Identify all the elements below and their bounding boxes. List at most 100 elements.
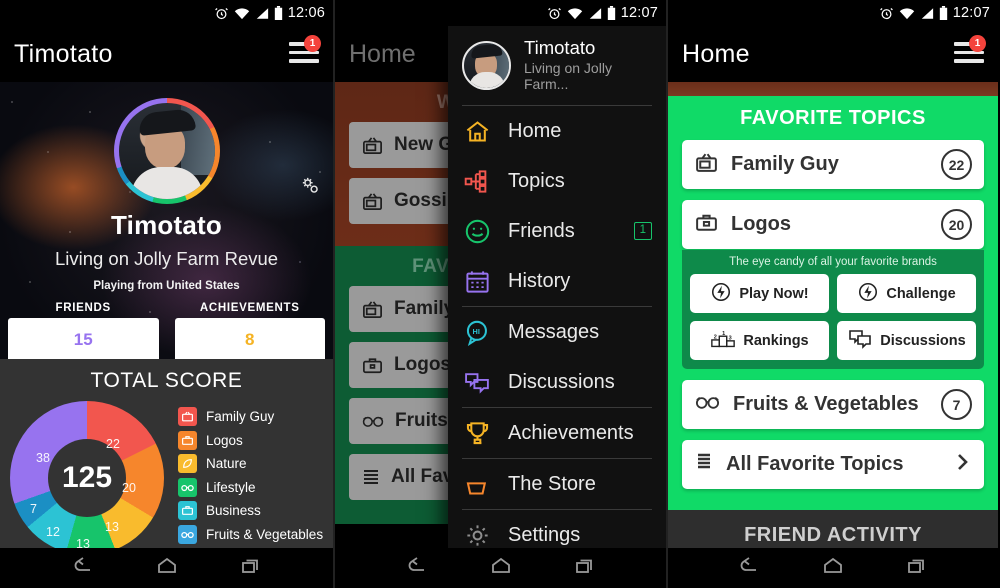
slice-label-4: 12 — [46, 525, 60, 539]
stat-friends[interactable]: FRIENDS 15 — [8, 302, 159, 359]
drawer-item-label: History — [508, 269, 571, 292]
all-favorite-topics-card[interactable]: All Favorite Topics — [682, 440, 984, 489]
tv-icon — [178, 407, 197, 427]
page-title: Home — [682, 39, 750, 68]
page-title: Timotato — [14, 39, 113, 68]
briefcase-icon — [178, 501, 197, 521]
avatar-photo — [118, 103, 215, 199]
discussions-button[interactable]: Discussions — [837, 321, 976, 360]
rankings-button[interactable]: 1 2 3 Rankings — [690, 321, 829, 360]
wifi-icon — [899, 7, 915, 20]
action-bar: Timotato 1 — [0, 26, 333, 82]
stat-friends-label: FRIENDS — [55, 302, 111, 314]
home-icon[interactable] — [488, 556, 514, 581]
drawer-item-topics[interactable]: Topics — [448, 156, 666, 206]
bolt-circle-icon — [857, 281, 879, 307]
profile-status: Living on Jolly Farm Revue — [54, 248, 279, 269]
slice-label-6: 38 — [36, 451, 50, 465]
status-bar: 12:07 — [668, 0, 998, 26]
recents-icon[interactable] — [904, 556, 930, 581]
glasses-icon — [178, 524, 197, 544]
legend-label: Logos — [206, 432, 243, 448]
drawer-item-discussions[interactable]: Discussions — [448, 357, 666, 407]
legend-item: Fruits & Vegetables — [178, 523, 333, 547]
gear-icon — [462, 522, 492, 548]
slice-label-2: 13 — [105, 520, 119, 534]
stat-friends-value: 15 — [8, 318, 159, 359]
alarm-icon — [547, 6, 562, 21]
total-score-section: TOTAL SCORE 125 22 20 13 13 12 7 38 Fami… — [0, 359, 333, 570]
screenshot-root: 12:06 Timotato 1 Timotato Living on Joll… — [0, 0, 1000, 588]
home-icon[interactable] — [154, 556, 180, 581]
challenge-button[interactable]: Challenge — [837, 274, 976, 313]
drawer-item-messages[interactable]: HI Messages — [448, 307, 666, 357]
clock-time: 12:07 — [620, 5, 658, 21]
drawer-item-home[interactable]: Home — [448, 106, 666, 156]
drawer-item-friends[interactable]: Friends 1 — [448, 206, 666, 256]
play-now-button[interactable]: Play Now! — [690, 274, 829, 313]
glasses-icon — [694, 392, 721, 417]
briefcase-icon — [694, 210, 719, 240]
list-icon — [694, 451, 714, 478]
whats-new-strip — [668, 82, 998, 96]
topic-expanded-panel: The eye candy of all your favorite brand… — [682, 250, 984, 369]
drawer-item-history[interactable]: History — [448, 256, 666, 306]
svg-text:2: 2 — [714, 334, 717, 340]
topic-card-logos[interactable]: Logos 20 — [682, 200, 984, 249]
drawer-item-settings[interactable]: Settings — [448, 510, 666, 548]
legend-item: Family Guy — [178, 405, 333, 429]
stat-achievements[interactable]: ACHIEVEMENTS 8 — [174, 302, 325, 359]
drawer-user-status: Living on Jolly Farm... — [524, 60, 612, 93]
favorite-topics-section: FAVORITE TOPICS Family Guy 22 Logos 20 T… — [668, 96, 998, 510]
back-icon[interactable] — [70, 556, 96, 581]
smiley-icon — [462, 218, 492, 245]
legend-label: Fruits & Vegetables — [206, 526, 324, 542]
settings-gear-icon[interactable] — [299, 174, 321, 201]
signal-icon — [255, 7, 269, 20]
play-now-label: Play Now! — [739, 285, 809, 302]
discussions-icon — [462, 369, 492, 396]
legend-label: Family Guy — [206, 409, 275, 425]
phone-screen-home: 12:07 Home 1 FAVORITE TOPICS Family Guy … — [668, 0, 998, 588]
svg-text:1: 1 — [722, 330, 725, 336]
wifi-icon — [234, 7, 250, 20]
navigation-drawer: Timotato Living on Jolly Farm... Home Top… — [448, 26, 666, 548]
svg-text:HI: HI — [472, 327, 479, 336]
drawer-item-achievements[interactable]: Achievements — [448, 408, 666, 458]
podium-icon: 1 2 3 — [710, 328, 736, 354]
tv-icon — [694, 150, 719, 180]
trophy-icon — [462, 420, 492, 447]
back-icon[interactable] — [736, 556, 762, 581]
menu-button[interactable]: 1 — [954, 35, 986, 66]
profile-avatar[interactable] — [113, 98, 220, 204]
menu-badge: 1 — [969, 35, 986, 52]
wifi-icon — [567, 7, 583, 20]
drawer-item-label: Achievements — [508, 421, 634, 444]
recents-icon[interactable] — [238, 556, 264, 581]
drawer-item-label: Home — [508, 119, 562, 142]
back-icon[interactable] — [404, 556, 430, 581]
android-nav-bar — [335, 548, 666, 588]
battery-icon — [274, 6, 283, 20]
menu-badge: 1 — [304, 35, 321, 52]
drawer-profile-header[interactable]: Timotato Living on Jolly Farm... — [448, 26, 666, 105]
recents-icon[interactable] — [572, 556, 598, 581]
store-basket-icon — [462, 471, 492, 498]
legend-item: Logos — [178, 429, 333, 453]
challenge-label: Challenge — [886, 285, 956, 302]
topic-card-fruits-vegetables[interactable]: Fruits & Vegetables 7 — [682, 380, 984, 429]
list-item-label: Logos — [394, 354, 451, 375]
total-score-title: TOTAL SCORE — [90, 369, 243, 392]
drawer-item-the-store[interactable]: The Store — [448, 459, 666, 509]
page-title: Home — [349, 39, 416, 68]
chevron-right-icon — [952, 451, 972, 478]
menu-button[interactable]: 1 — [289, 35, 321, 66]
profile-hero: Timotato Living on Jolly Farm Revue Play… — [0, 82, 333, 359]
topics-tree-icon — [462, 168, 492, 195]
drawer-item-label: Friends — [508, 219, 575, 242]
battery-icon — [939, 6, 948, 20]
legend-label: Lifestyle — [206, 479, 256, 495]
topic-card-family-guy[interactable]: Family Guy 22 — [682, 140, 984, 189]
calendar-icon — [462, 268, 492, 295]
home-icon[interactable] — [820, 556, 846, 581]
